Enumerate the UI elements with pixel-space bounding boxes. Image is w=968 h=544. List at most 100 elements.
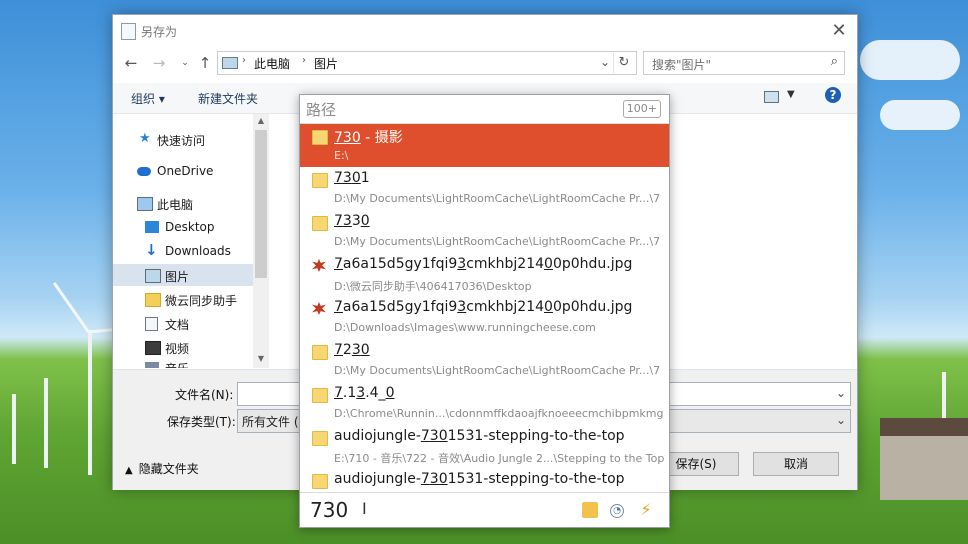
sidebar-item-label: Desktop <box>165 220 215 234</box>
name-text: - 摄影 <box>360 130 403 146</box>
match-highlight: 3 <box>429 428 439 444</box>
match-highlight: 3 <box>457 256 467 272</box>
chevron-down-icon[interactable]: ▼ <box>787 89 795 100</box>
name-text: 0p0hdu.jpg <box>552 256 633 272</box>
refresh-icon[interactable]: ↻ <box>613 53 634 73</box>
forward-arrow-icon[interactable]: → <box>149 53 169 73</box>
breadcrumb-this-pc[interactable]: 此电脑 <box>254 55 290 72</box>
chevron-right-icon[interactable]: › <box>302 55 306 66</box>
match-highlight: 7 <box>334 385 343 401</box>
match-highlight: 7 <box>420 428 430 444</box>
cloud <box>860 40 960 80</box>
result-path: D:\Downloads\Images\www.runningcheese.co… <box>334 321 596 334</box>
launcher-result-item[interactable]: 730 - 摄影 E:\ <box>300 124 669 167</box>
match-highlight: 0 <box>360 213 370 229</box>
result-path: D:\My Documents\LightRoomCache\LightRoom… <box>334 235 661 248</box>
new-folder-button[interactable]: 新建文件夹 <box>198 90 258 107</box>
sidebar-item-label: 音乐 <box>165 360 189 368</box>
name-text: cmkhbj214 <box>466 299 545 315</box>
address-bar[interactable]: › 此电脑 › 图片 ⌄ ↻ <box>217 51 637 75</box>
launcher-result-item[interactable]: 7330 D:\My Documents\LightRoomCache\Light… <box>300 210 669 253</box>
sidebar-item-videos[interactable]: 视频 <box>113 336 253 358</box>
back-arrow-icon[interactable]: ← <box>121 53 141 73</box>
sidebar-item-label: 快速访问 <box>157 134 206 148</box>
navigation-pane: ★ 快速访问 OneDrive 此电脑 Desktop ↓ Downloads … <box>113 114 269 368</box>
sidebar-item-music[interactable]: 音乐 <box>113 360 253 368</box>
sidebar-item-onedrive[interactable]: OneDrive <box>113 160 253 182</box>
scroll-up-icon[interactable]: ▲ <box>255 116 267 125</box>
image-file-icon <box>312 259 326 272</box>
chevron-down-icon[interactable]: ⌄ <box>600 55 610 69</box>
match-highlight: 0 <box>438 428 448 444</box>
launcher-result-item[interactable]: 7a6a15d5gy1fqi93cmkhbj21400p0hdu.jpg D:\D… <box>300 296 669 339</box>
match-highlight: 3 <box>457 299 467 315</box>
folder-icon <box>312 216 328 231</box>
sidebar-item-label: OneDrive <box>157 164 214 178</box>
view-icon[interactable] <box>764 91 779 103</box>
launcher-result-item[interactable]: 7301 D:\My Documents\LightRoomCache\Light… <box>300 167 669 210</box>
result-count-badge: 100+ <box>622 100 661 118</box>
sidebar-item-documents[interactable]: 文档 <box>113 312 253 334</box>
result-path: D:\Chrome\Runnin...\cdonnmffkdaoajfknoee… <box>334 407 664 420</box>
name-text: .4_ <box>365 385 386 401</box>
breadcrumb-pictures[interactable]: 图片 <box>314 55 338 72</box>
sidebar-item-label: Downloads <box>165 244 231 258</box>
cloud-icon <box>137 167 151 176</box>
sidebar-item-pictures[interactable]: 图片 <box>113 264 253 286</box>
result-path: E:\ <box>334 149 349 162</box>
chevron-right-icon[interactable]: › <box>242 55 246 66</box>
scroll-down-icon[interactable]: ▼ <box>255 354 267 363</box>
computer-icon <box>137 197 153 211</box>
launcher-popup: 路径 100+ 730 - 摄影 E:\ 7301 D:\My Documents\L… <box>299 94 670 528</box>
scroll-thumb[interactable] <box>255 130 267 278</box>
result-name: 7.13.4_0 <box>334 385 394 401</box>
match-highlight: 0 <box>351 170 361 186</box>
launcher-result-item[interactable]: 7.13.4_0 D:\Chrome\Runnin...\cdonnmffkdao… <box>300 382 669 425</box>
launcher-result-item[interactable]: audiojungle-7301531-stepping-to-the-top E… <box>300 425 669 468</box>
search-input[interactable]: 搜索"图片" ⌕ <box>643 51 845 75</box>
launcher-result-item[interactable]: 7230 D:\My Documents\LightRoomCache\Light… <box>300 339 669 382</box>
wind-turbine <box>44 378 48 468</box>
name-text: 1531-stepping-to-the-top <box>447 471 625 487</box>
name-text: 3 <box>351 213 361 229</box>
cancel-button[interactable]: 取消 <box>753 452 839 476</box>
house-roof <box>880 418 968 436</box>
result-path: E:\710 - 音乐\722 - 音效\Audio Jungle 2...\S… <box>334 452 664 465</box>
close-button[interactable]: ✕ <box>827 19 851 43</box>
cloud <box>880 100 960 130</box>
launcher-input-bar[interactable]: 730 I ◔ ⚡ <box>300 492 669 527</box>
help-icon[interactable]: ? <box>825 87 841 103</box>
lightning-icon[interactable]: ⚡ <box>638 502 654 518</box>
title-bar: 另存为 ✕ <box>113 15 857 47</box>
launcher-query-input[interactable]: 730 <box>310 498 348 522</box>
sidebar-item-weiyun[interactable]: 微云同步助手 <box>113 288 253 310</box>
name-text: cmkhbj214 <box>466 256 545 272</box>
organize-button[interactable]: 组织 ▾ <box>131 90 165 107</box>
sidebar-item-desktop[interactable]: Desktop <box>113 216 253 238</box>
launcher-result-item[interactable]: 7a6a15d5gy1fqi93cmkhbj21400p0hdu.jpg D:\微… <box>300 253 669 296</box>
pictures-icon <box>222 57 238 69</box>
folder-icon <box>312 173 328 188</box>
chevron-down-icon[interactable]: ⌄ <box>836 386 846 400</box>
folder-open-icon[interactable] <box>582 502 598 518</box>
hide-folders-toggle[interactable]: ▲ 隐藏文件夹 <box>125 460 199 477</box>
match-highlight: 0 <box>438 471 448 487</box>
hide-folders-label: 隐藏文件夹 <box>138 462 199 476</box>
match-highlight: 7 <box>334 299 343 315</box>
up-arrow-icon[interactable]: ↑ <box>195 53 215 73</box>
video-icon <box>145 341 161 355</box>
search-icon[interactable]: ⌕ <box>831 54 838 69</box>
folder-icon <box>312 474 328 489</box>
clock-icon[interactable]: ◔ <box>610 504 624 518</box>
name-text: 1 <box>360 170 370 186</box>
recent-dropdown-icon[interactable]: ⌄ <box>175 53 195 73</box>
sidebar-item-quick-access[interactable]: ★ 快速访问 <box>113 128 253 150</box>
sidebar-item-downloads[interactable]: ↓ Downloads <box>113 240 253 262</box>
result-name: 7a6a15d5gy1fqi93cmkhbj21400p0hdu.jpg <box>334 256 632 272</box>
sidebar-item-this-pc[interactable]: 此电脑 <box>113 192 253 214</box>
chevron-down-icon[interactable]: ⌄ <box>836 413 846 427</box>
result-path: D:\微云同步助手\406417036\Desktop <box>334 280 532 293</box>
result-path: D:\My Documents\LightRoomCache\LightRoom… <box>334 364 661 377</box>
sidebar-scrollbar[interactable]: ▲ ▼ <box>253 114 269 368</box>
name-text: a6a15d5gy1fqi9 <box>342 256 458 272</box>
